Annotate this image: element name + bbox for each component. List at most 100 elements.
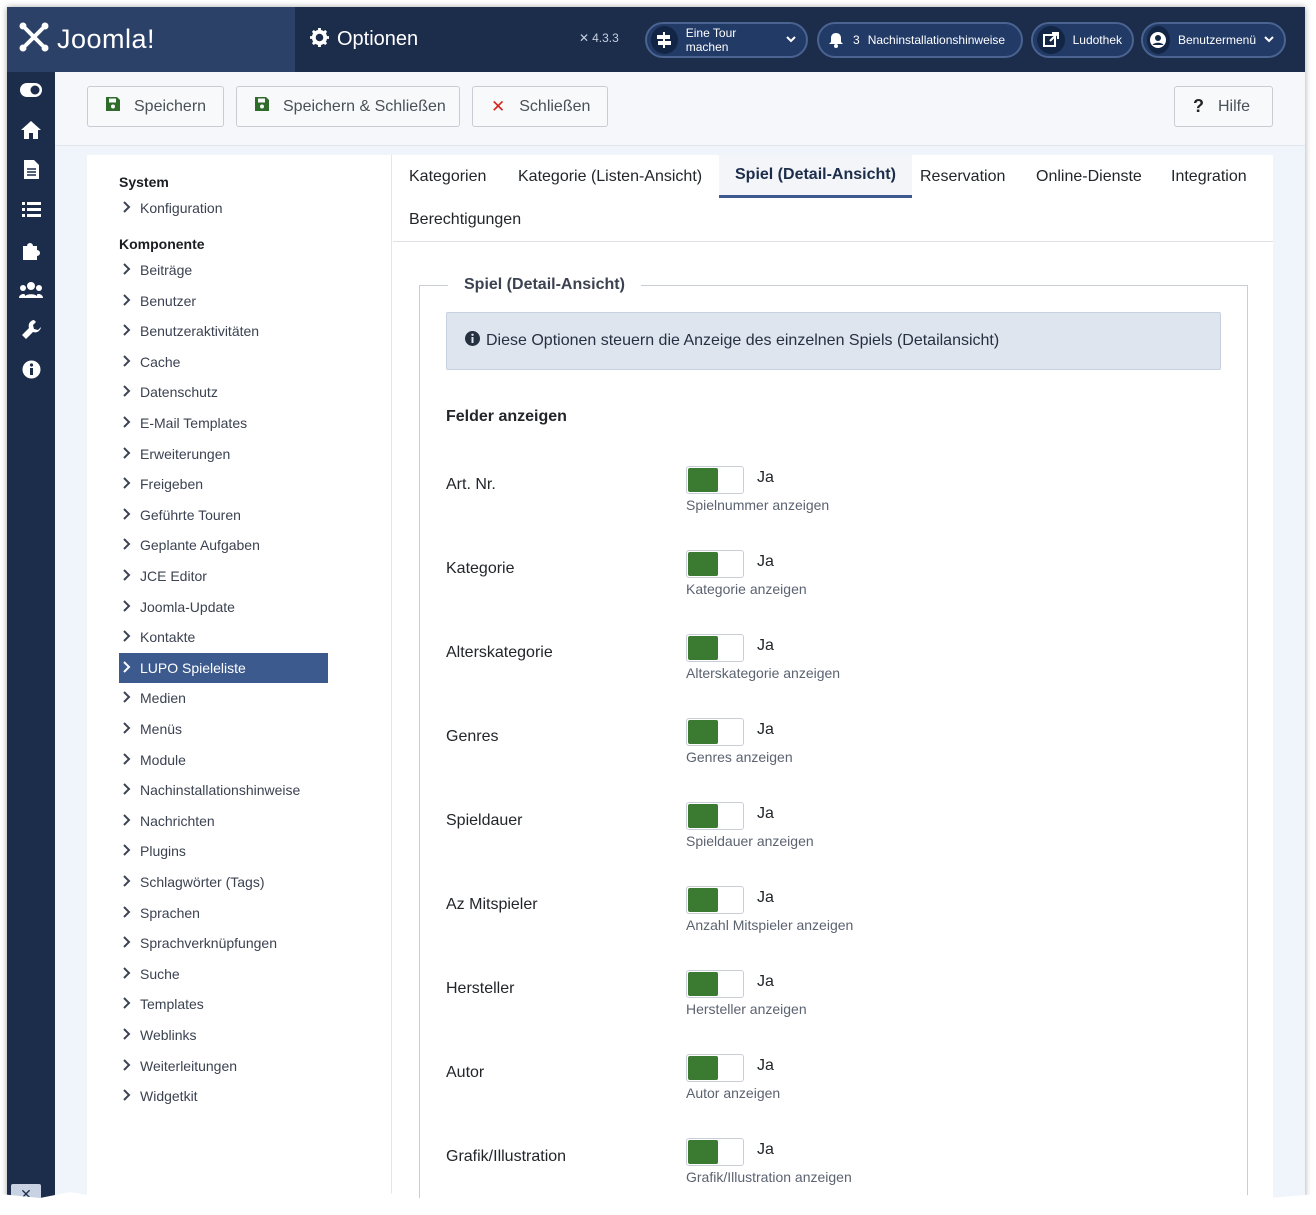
chevron-right-icon [123,813,131,829]
switch-state-label: Ja [757,469,774,486]
close-button[interactable]: ✕ Schließen [472,86,608,127]
sidebar-item-benutzer[interactable]: Benutzer [119,286,328,316]
field-toggle-switch[interactable] [686,970,744,998]
content-button[interactable] [7,152,55,192]
floppy-icon [255,97,269,116]
site-link-button[interactable]: Ludothek [1031,22,1134,58]
tab-spiel-detail-ansicht[interactable]: Spiel (Detail-Ansicht) [719,155,912,198]
chevron-right-icon [123,293,131,309]
field-toggle-switch[interactable] [686,1138,744,1166]
menus-button[interactable] [7,192,55,232]
field-description: Kategorie anzeigen [686,581,807,597]
save-close-button[interactable]: Speichern & Schließen [236,86,460,127]
sidebar-item-erweiterungen[interactable]: Erweiterungen [119,439,328,469]
sidebar-item-datenschutz[interactable]: Datenschutz [119,377,328,407]
switch-track [718,468,742,492]
field-toggle-switch[interactable] [686,1054,744,1082]
sidebar-item-nachinstallationshinweise[interactable]: Nachinstallationshinweise [119,775,328,805]
sidebar-item-lupo-spieleliste[interactable]: LUPO Spieleliste [119,652,328,683]
sidebar-item-benutzeraktivitäten[interactable]: Benutzeraktivitäten [119,316,328,346]
field-description: Grafik/Illustration anzeigen [686,1169,852,1185]
chevron-right-icon [123,1027,131,1043]
home-button[interactable] [7,112,55,152]
sidebar-item-kontakte[interactable]: Kontakte [119,622,328,652]
sidebar-item-konfiguration[interactable]: Konfiguration [119,193,328,223]
sidebar-item-label: Medien [140,690,186,707]
field-toggle-switch[interactable] [686,634,744,662]
sidebar-item-cache[interactable]: Cache [119,347,328,377]
sidebar-item-label: JCE Editor [140,568,207,584]
switch-track [718,636,742,660]
users-button[interactable] [7,272,55,312]
tab-kategorie-listen-ansicht[interactable]: Kategorie (Listen-Ansicht) [502,155,718,198]
sidebar-item-schlagwörter-tags[interactable]: Schlagwörter (Tags) [119,867,328,897]
switch-knob [688,888,718,912]
sidebar-item-menüs[interactable]: Menüs [119,714,328,744]
sidebar-item-widgetkit[interactable]: Widgetkit [119,1081,328,1111]
puzzle-icon [21,240,41,265]
brand[interactable]: Joomla! [7,7,295,72]
system-button[interactable] [7,312,55,352]
sidebar-item-medien[interactable]: Medien [119,683,328,713]
tab-reservation[interactable]: Reservation [904,155,1021,198]
user-menu-button[interactable]: Benutzermenü [1141,22,1286,58]
info-alert: Diese Optionen steuern die Anzeige des e… [446,312,1221,370]
post-install-button[interactable]: 3 Nachinstallationshinweise [817,22,1023,58]
sidebar-item-geführte-touren[interactable]: Geführte Touren [119,500,328,530]
sidebar-item-geplante-aufgaben[interactable]: Geplante Aufgaben [119,530,328,560]
gear-icon [310,27,329,52]
site-label: Ludothek [1072,33,1122,47]
sidebar-item-weiterleitungen[interactable]: Weiterleitungen [119,1051,328,1081]
sidebar-item-templates[interactable]: Templates [119,989,328,1019]
toolbar: Speichern Speichern & Schließen ✕ Schlie… [55,72,1305,146]
user-menu-label: Benutzermenü [1177,33,1256,47]
tab-bar: Kategorien Kategorie (Listen-Ansicht) Sp… [393,155,1273,242]
tab-integration[interactable]: Integration [1155,155,1263,198]
chevron-right-icon [123,874,131,890]
sidebar-item-nachrichten[interactable]: Nachrichten [119,806,328,836]
field-toggle-switch[interactable] [686,718,744,746]
sidebar-item-e-mail-templates[interactable]: E-Mail Templates [119,408,328,438]
sidebar-item-sprachverknüpfungen[interactable]: Sprachverknüpfungen [119,928,328,958]
help-info-button[interactable] [7,352,55,392]
field-toggle-switch[interactable] [686,466,744,494]
sidebar-item-jce-editor[interactable]: JCE Editor [119,561,328,591]
detail-fieldset: Spiel (Detail-Ansicht) Diese Optionen st… [419,276,1248,1205]
sidebar-item-freigeben[interactable]: Freigeben [119,469,328,499]
fieldset-legend: Spiel (Detail-Ansicht) [448,276,641,294]
tab-berechtigungen[interactable]: Berechtigungen [393,198,537,241]
field-toggle-switch[interactable] [686,886,744,914]
tour-button[interactable]: Eine Tour machen [645,22,808,58]
switch-knob [688,1056,718,1080]
components-button[interactable] [7,232,55,272]
chevron-right-icon [123,660,131,676]
sidebar-item-label: Weiterleitungen [140,1057,238,1074]
sidebar-item-suche[interactable]: Suche [119,959,328,989]
sidebar-item-joomla-update[interactable]: Joomla-Update [119,592,328,622]
sidebar-item-label: Joomla-Update [140,598,235,615]
question-icon: ? [1193,96,1204,116]
tab-online-dienste[interactable]: Online-Dienste [1020,155,1158,198]
close-label: Schließen [519,97,591,115]
chevron-right-icon [123,996,131,1012]
chevron-right-icon [123,476,131,492]
version-number: 4.3.3 [592,31,619,45]
section-heading: Felder anzeigen [446,408,567,425]
sidebar-item-weblinks[interactable]: Weblinks [119,1020,328,1050]
toggle-menu-button[interactable] [7,72,55,112]
sidebar-item-beiträge[interactable]: Beiträge [119,255,328,285]
field-toggle-switch[interactable] [686,802,744,830]
save-label: Speichern [134,97,207,115]
help-button[interactable]: ? Hilfe [1174,86,1273,127]
sidebar-item-module[interactable]: Module [119,745,328,775]
tab-kategorien[interactable]: Kategorien [393,155,502,198]
component-nav: System Konfiguration Komponente Beiträge… [87,155,392,1205]
system-heading: System [119,174,169,190]
sidebar-item-sprachen[interactable]: Sprachen [119,898,328,928]
icon-sidebar [7,72,55,1205]
sidebar-item-label: Beiträge [140,262,193,278]
signpost-icon [651,26,678,54]
sidebar-item-plugins[interactable]: Plugins [119,836,328,866]
field-toggle-switch[interactable] [686,550,744,578]
save-button[interactable]: Speichern [87,86,224,127]
